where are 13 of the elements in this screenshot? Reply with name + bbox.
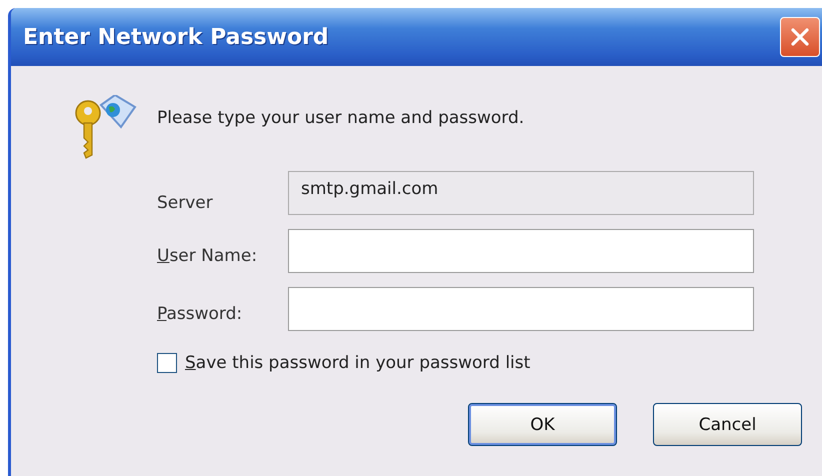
field-label: Server — [157, 192, 214, 213]
checkbox[interactable] — [157, 353, 177, 373]
input-field[interactable] — [288, 287, 754, 331]
cancel-button[interactable]: Cancel — [653, 403, 802, 446]
close-icon — [789, 26, 811, 48]
input-field[interactable] — [288, 229, 754, 273]
checkbox-label[interactable]: Save this password in your password list — [185, 353, 530, 373]
ok-button[interactable]: OK — [468, 403, 617, 446]
instruction-text: Please type your user name and password. — [157, 108, 524, 128]
field-label: Password: — [157, 303, 244, 324]
field-label: User Name: — [157, 245, 258, 266]
close-button[interactable] — [780, 17, 820, 57]
window-title: Enter Network Password — [23, 24, 330, 50]
